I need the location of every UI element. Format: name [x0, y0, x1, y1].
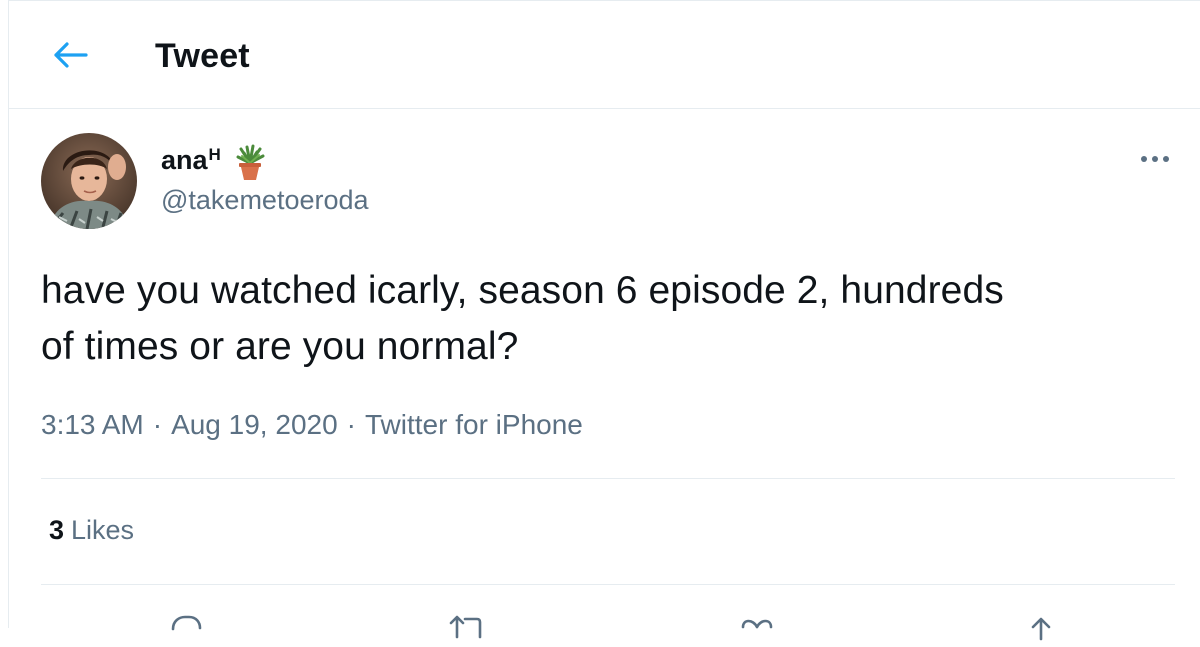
share-icon	[1031, 617, 1051, 641]
tweet-date[interactable]: Aug 19, 2020	[171, 409, 338, 441]
tweet-source[interactable]: Twitter for iPhone	[365, 409, 583, 441]
tweet-page: Tweet ana H @takemetoeroda have you watc…	[8, 0, 1200, 641]
more-horizontal-icon	[1141, 156, 1169, 162]
share-button[interactable]	[1011, 607, 1071, 647]
retweet-button[interactable]	[437, 607, 497, 647]
reply-button[interactable]	[155, 607, 215, 647]
meta-separator: ·	[152, 409, 163, 440]
arrow-left-icon	[54, 42, 88, 68]
page-title: Tweet	[155, 37, 250, 75]
likes-link[interactable]: 3 Likes	[49, 515, 134, 546]
author-handle[interactable]: @takemetoeroda	[161, 185, 369, 216]
page-header: Tweet	[9, 1, 1200, 109]
potted-plant-icon	[236, 144, 265, 180]
like-icon	[741, 619, 773, 629]
meta-separator: ·	[346, 409, 356, 440]
avatar[interactable]	[41, 133, 137, 229]
reply-icon	[171, 615, 202, 631]
display-name-superscript: H	[208, 145, 221, 164]
likes-count: 3	[49, 515, 65, 545]
tweet-text-line: have you watched icarly, season 6 episod…	[41, 269, 1004, 312]
divider	[41, 584, 1175, 585]
back-button[interactable]	[47, 31, 95, 79]
more-button[interactable]	[1133, 141, 1177, 177]
tweet-text: have you watched icarly, season 6 episod…	[41, 263, 1161, 375]
divider	[41, 478, 1175, 479]
likes-label: Likes	[71, 515, 135, 545]
display-name: ana	[161, 145, 208, 175]
tweet-time[interactable]: 3:13 AM	[41, 409, 144, 441]
author-name-link[interactable]: ana H	[161, 143, 267, 181]
like-button[interactable]	[727, 607, 787, 647]
tweet-text-line: of times or are you normal?	[41, 325, 519, 368]
retweet-icon	[449, 615, 482, 639]
tweet-meta: 3:13 AM · Aug 19, 2020 · Twitter for iPh…	[41, 409, 583, 441]
